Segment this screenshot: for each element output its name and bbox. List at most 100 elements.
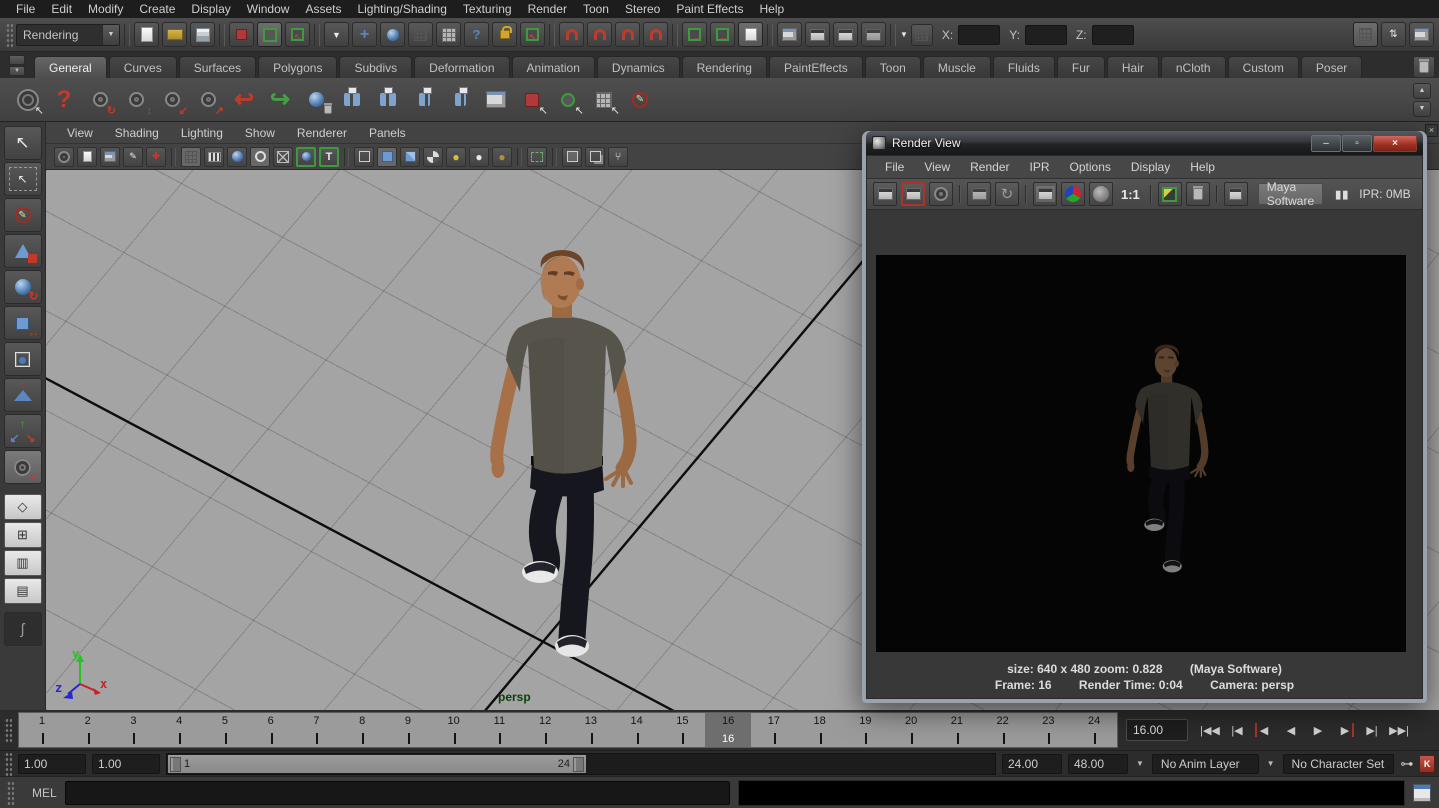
close-button[interactable]: × <box>1373 135 1417 152</box>
play-backwards-button[interactable]: ◀ <box>1279 719 1303 741</box>
maximize-button[interactable]: ▫ <box>1342 135 1372 152</box>
show-attribute-editor-button[interactable] <box>1409 22 1434 47</box>
statusline-separator[interactable] <box>672 24 678 46</box>
render-view-menu-view[interactable]: View <box>914 160 960 174</box>
ipr-render-button[interactable] <box>967 182 991 206</box>
shelf-select-cube-button[interactable]: ↖ <box>516 84 548 116</box>
shelf-delete-button[interactable] <box>1413 56 1435 78</box>
wireframe-display-button[interactable] <box>354 147 374 167</box>
timeline-frame-6[interactable]: 6 <box>248 713 294 747</box>
new-scene-button[interactable] <box>134 22 159 47</box>
snap-magnet-point-button[interactable] <box>615 22 640 47</box>
select-tool[interactable]: ↖ <box>4 126 42 160</box>
zoom-1to1-button[interactable]: 1:1 <box>1117 187 1144 202</box>
render-view-menu-ipr[interactable]: IPR <box>1020 160 1060 174</box>
timeline-frame-5[interactable]: 5 <box>202 713 248 747</box>
statusline-grip[interactable] <box>5 22 13 48</box>
shelf-tab-surfaces[interactable]: Surfaces <box>179 56 256 78</box>
timeline-frame-11[interactable]: 11 <box>477 713 523 747</box>
render-view-menu-help[interactable]: Help <box>1180 160 1225 174</box>
shelf-tab-subdivs[interactable]: Subdivs <box>339 56 412 78</box>
shelf-scroll-up-button[interactable]: ▲ <box>1413 83 1431 99</box>
go-to-start-button[interactable]: |◀◀ <box>1198 719 1222 741</box>
time-slider[interactable]: 1234567891011121314151616171819202122232… <box>18 712 1118 748</box>
command-line-mode-label[interactable]: MEL <box>32 786 57 800</box>
highlight-selection-button[interactable]: ▼ <box>324 22 349 47</box>
camera-bookmark-button[interactable] <box>77 147 97 167</box>
specular-light-button[interactable]: ● <box>492 147 512 167</box>
anim-layer-dropdown-icon[interactable]: ▼ <box>1265 759 1277 768</box>
select-object-button[interactable] <box>257 22 282 47</box>
move-tool[interactable] <box>4 234 42 268</box>
playback-end-field[interactable] <box>1002 754 1062 774</box>
command-line-input[interactable] <box>65 781 730 805</box>
timeline-frame-7[interactable]: 7 <box>294 713 340 747</box>
step-back-key-button[interactable]: ◀ <box>1252 719 1276 741</box>
playback-options-dropdown-icon[interactable]: ▼ <box>1134 759 1146 768</box>
panel-menu-renderer[interactable]: Renderer <box>286 126 358 140</box>
construction-history-button[interactable] <box>738 22 763 47</box>
persp-outliner-layout-button[interactable]: ▥ <box>4 550 42 576</box>
toolbox-extra-button[interactable]: ʃ <box>4 612 42 646</box>
shelf-tab-custom[interactable]: Custom <box>1228 56 1299 78</box>
show-manipulator-tool[interactable]: ↑↙↘ <box>4 414 42 448</box>
shelf-group-button[interactable] <box>408 84 440 116</box>
shelf-camera-orbit-button[interactable]: ↻ <box>84 84 116 116</box>
script-editor-button[interactable] <box>1413 784 1431 802</box>
shelf-select-lattice-button[interactable]: ↖ <box>588 84 620 116</box>
shelf-paint-effects-button[interactable]: ✎ <box>624 84 656 116</box>
render-view-titlebar[interactable]: Render View – ▫ × <box>866 131 1423 155</box>
shelf-menu-button[interactable] <box>9 55 25 65</box>
timeline-frame-4[interactable]: 4 <box>156 713 202 747</box>
last-tool-used[interactable]: ↙ <box>4 450 42 484</box>
playback-range-bar[interactable]: 1 24 <box>168 755 586 773</box>
timeline-frame-2[interactable]: 2 <box>65 713 111 747</box>
renderer-selector[interactable]: Maya Software <box>1258 183 1323 205</box>
timeline-frame-18[interactable]: 18 <box>797 713 843 747</box>
keep-image-button[interactable] <box>1158 182 1182 206</box>
shelf-tab-dynamics[interactable]: Dynamics <box>597 56 680 78</box>
statusline-separator[interactable] <box>549 24 555 46</box>
range-start-handle[interactable] <box>170 757 181 772</box>
camera-attrs-button[interactable] <box>54 147 74 167</box>
smooth-shade-button[interactable] <box>377 147 397 167</box>
menu-modify[interactable]: Modify <box>80 1 131 17</box>
shelf-tab-painteffects[interactable]: PaintEffects <box>769 56 863 78</box>
timeline-frame-14[interactable]: 14 <box>614 713 660 747</box>
xray-display-button[interactable] <box>562 147 582 167</box>
shelf-tab-hair[interactable]: Hair <box>1107 56 1159 78</box>
render-button[interactable] <box>873 182 897 206</box>
universal-manipulator-tool[interactable] <box>4 342 42 376</box>
four-pane-layout-button[interactable]: ⊞ <box>4 522 42 548</box>
shelf-tab-deformation[interactable]: Deformation <box>414 56 509 78</box>
menu-paint-effects[interactable]: Paint Effects <box>668 1 751 17</box>
shelf-tab-toon[interactable]: Toon <box>865 56 921 78</box>
timeline-frame-21[interactable]: 21 <box>934 713 980 747</box>
make-live-button[interactable]: ? <box>464 22 489 47</box>
coordinate-mode-button[interactable] <box>911 24 933 46</box>
rendered-image[interactable] <box>876 255 1406 652</box>
statusline-separator[interactable] <box>767 24 773 46</box>
statusline-separator[interactable] <box>124 24 130 46</box>
timeline-frame-8[interactable]: 8 <box>339 713 385 747</box>
statusline-separator[interactable] <box>890 24 896 46</box>
select-component-button[interactable]: ↖ <box>285 22 310 47</box>
minimize-button[interactable]: – <box>1311 135 1341 152</box>
image-plane-button[interactable] <box>100 147 120 167</box>
safe-action-button[interactable] <box>296 147 316 167</box>
render-current-frame-button[interactable] <box>805 22 830 47</box>
ambient-light-button[interactable]: ● <box>469 147 489 167</box>
ipr-render-button[interactable] <box>833 22 858 47</box>
timeline-frame-1[interactable]: 1 <box>19 713 65 747</box>
field-chart-button[interactable] <box>273 147 293 167</box>
timeline-frame-16[interactable]: 1616 <box>705 713 751 747</box>
isolate-select-button[interactable] <box>527 147 547 167</box>
current-time-field[interactable] <box>1126 719 1188 741</box>
timeline-frame-15[interactable]: 15 <box>660 713 706 747</box>
animation-start-field[interactable] <box>18 754 86 774</box>
play-forwards-button[interactable]: ▶ <box>1306 719 1330 741</box>
menu-window[interactable]: Window <box>239 1 298 17</box>
shelf-tab-fluids[interactable]: Fluids <box>993 56 1055 78</box>
rgb-channels-button[interactable] <box>1061 182 1085 206</box>
menu-file[interactable]: File <box>8 1 43 17</box>
